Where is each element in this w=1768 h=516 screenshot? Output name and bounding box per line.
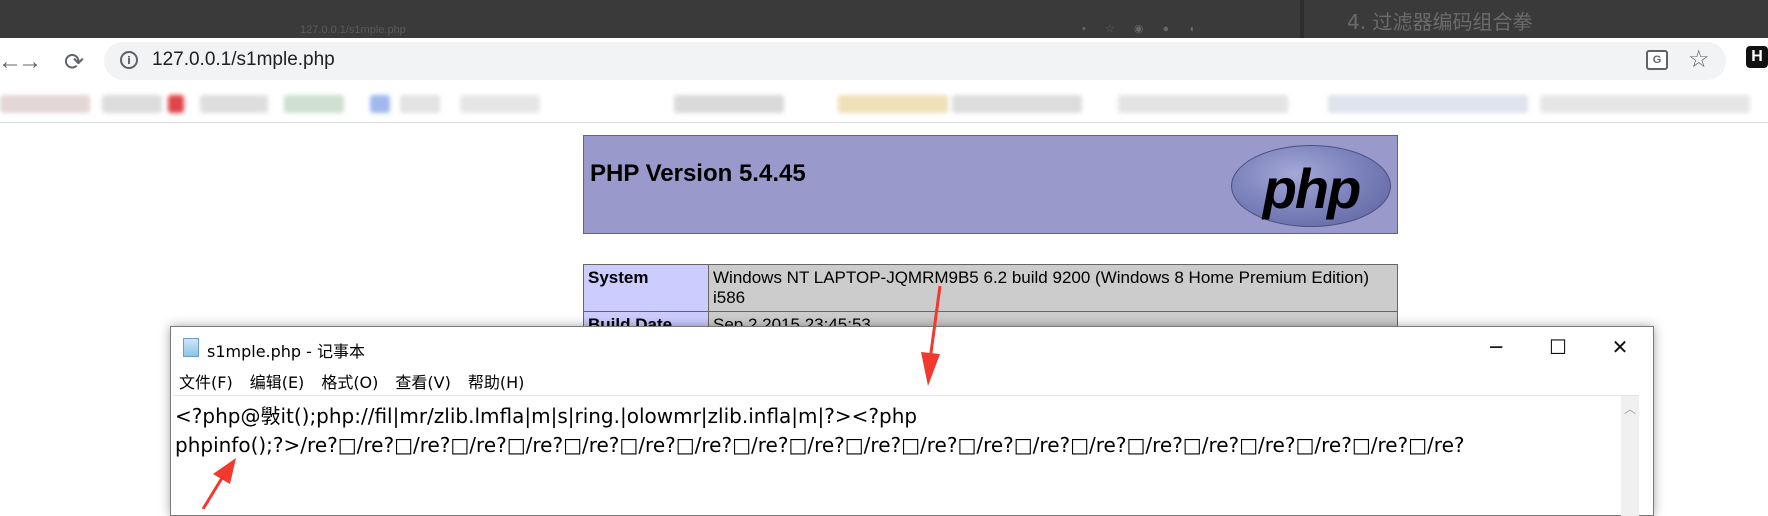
notepad-title-bar[interactable]: s1mple.php - 记事本 ─ ☐ ✕: [171, 327, 1653, 367]
table-value-cell: Windows NT LAPTOP-JQMRM9B5 6.2 build 920…: [708, 264, 1398, 312]
address-bar[interactable]: i 127.0.0.1/s1mple.php G ☆: [104, 42, 1726, 80]
bookmarks-bar: [0, 86, 1768, 123]
bookmark-item[interactable]: [0, 95, 90, 113]
background-ghost-url: 127.0.0.1/s1mple.php: [300, 24, 406, 36]
minimize-button[interactable]: ─: [1465, 327, 1527, 367]
notepad-title: s1mple.php - 记事本: [207, 342, 366, 361]
translate-icon[interactable]: G: [1646, 50, 1668, 70]
background-doc-heading: 4. 过滤器编码组合拳: [1347, 10, 1533, 34]
table-label-cell: System: [583, 264, 709, 312]
php-version-title: PHP Version 5.4.45: [590, 160, 806, 187]
bookmark-item[interactable]: [102, 95, 162, 113]
bookmark-item[interactable]: [838, 95, 948, 113]
browser-toolbar: ← → ⟳ i 127.0.0.1/s1mple.php G ☆ H: [0, 38, 1768, 86]
notepad-scrollbar[interactable]: ︿: [1621, 396, 1639, 516]
menu-view[interactable]: 查看(V): [395, 369, 450, 393]
forward-button[interactable]: →: [12, 44, 48, 80]
php-logo[interactable]: php: [1231, 145, 1391, 227]
bookmark-star-icon[interactable]: ☆: [1688, 45, 1710, 74]
background-ghost-icons: ▪ ☆ ◉ ● ◖: [1082, 23, 1203, 35]
content-line-2: phpinfo();?>/re?□/re?□/re?□/re?□/re?□/re…: [175, 433, 1465, 457]
bookmark-item[interactable]: [400, 95, 440, 113]
background-panel-divider: [1300, 0, 1304, 38]
menu-file[interactable]: 文件(F): [179, 369, 233, 393]
bookmark-item[interactable]: [168, 95, 184, 113]
notepad-menu-bar: 文件(F) 编辑(E) 格式(O) 查看(V) 帮助(H): [179, 369, 524, 393]
php-version-header: PHP Version 5.4.45 php: [583, 135, 1398, 234]
close-button[interactable]: ✕: [1589, 327, 1651, 367]
extension-icon[interactable]: H: [1746, 46, 1768, 68]
scroll-up-icon[interactable]: ︿: [1624, 400, 1636, 417]
bookmark-item[interactable]: [1118, 95, 1288, 113]
menu-help[interactable]: 帮助(H): [468, 369, 525, 393]
address-url[interactable]: 127.0.0.1/s1mple.php: [152, 49, 335, 71]
notepad-text-area[interactable]: <?php@斅it();php://fil|mr/zlib.lmfla|m|s|…: [173, 395, 1639, 516]
notepad-window: s1mple.php - 记事本 ─ ☐ ✕ 文件(F) 编辑(E) 格式(O)…: [170, 326, 1654, 516]
notepad-content[interactable]: <?php@斅it();php://fil|mr/zlib.lmfla|m|s|…: [175, 402, 1465, 460]
menu-edit[interactable]: 编辑(E): [250, 369, 305, 393]
notepad-file-icon: [183, 338, 199, 357]
bookmark-item[interactable]: [674, 95, 784, 113]
bookmark-item[interactable]: [1328, 95, 1528, 113]
table-row: System Windows NT LAPTOP-JQMRM9B5 6.2 bu…: [583, 264, 1398, 312]
reload-button[interactable]: ⟳: [56, 44, 92, 80]
bookmark-item[interactable]: [1540, 95, 1750, 113]
bookmark-item[interactable]: [460, 95, 540, 113]
content-line-1: <?php@斅it();php://fil|mr/zlib.lmfla|m|s|…: [175, 404, 918, 428]
bookmark-item[interactable]: [284, 95, 344, 113]
maximize-button[interactable]: ☐: [1527, 327, 1589, 367]
menu-format[interactable]: 格式(O): [321, 369, 378, 393]
bookmark-item[interactable]: [370, 95, 390, 113]
php-logo-text: php: [1262, 157, 1362, 220]
site-info-icon[interactable]: i: [120, 51, 138, 69]
bookmark-item[interactable]: [952, 95, 1082, 113]
background-desktop-strip: 127.0.0.1/s1mple.php ▪ ☆ ◉ ● ◖ 4. 过滤器编码组…: [0, 0, 1768, 38]
bookmark-item[interactable]: [200, 95, 268, 113]
